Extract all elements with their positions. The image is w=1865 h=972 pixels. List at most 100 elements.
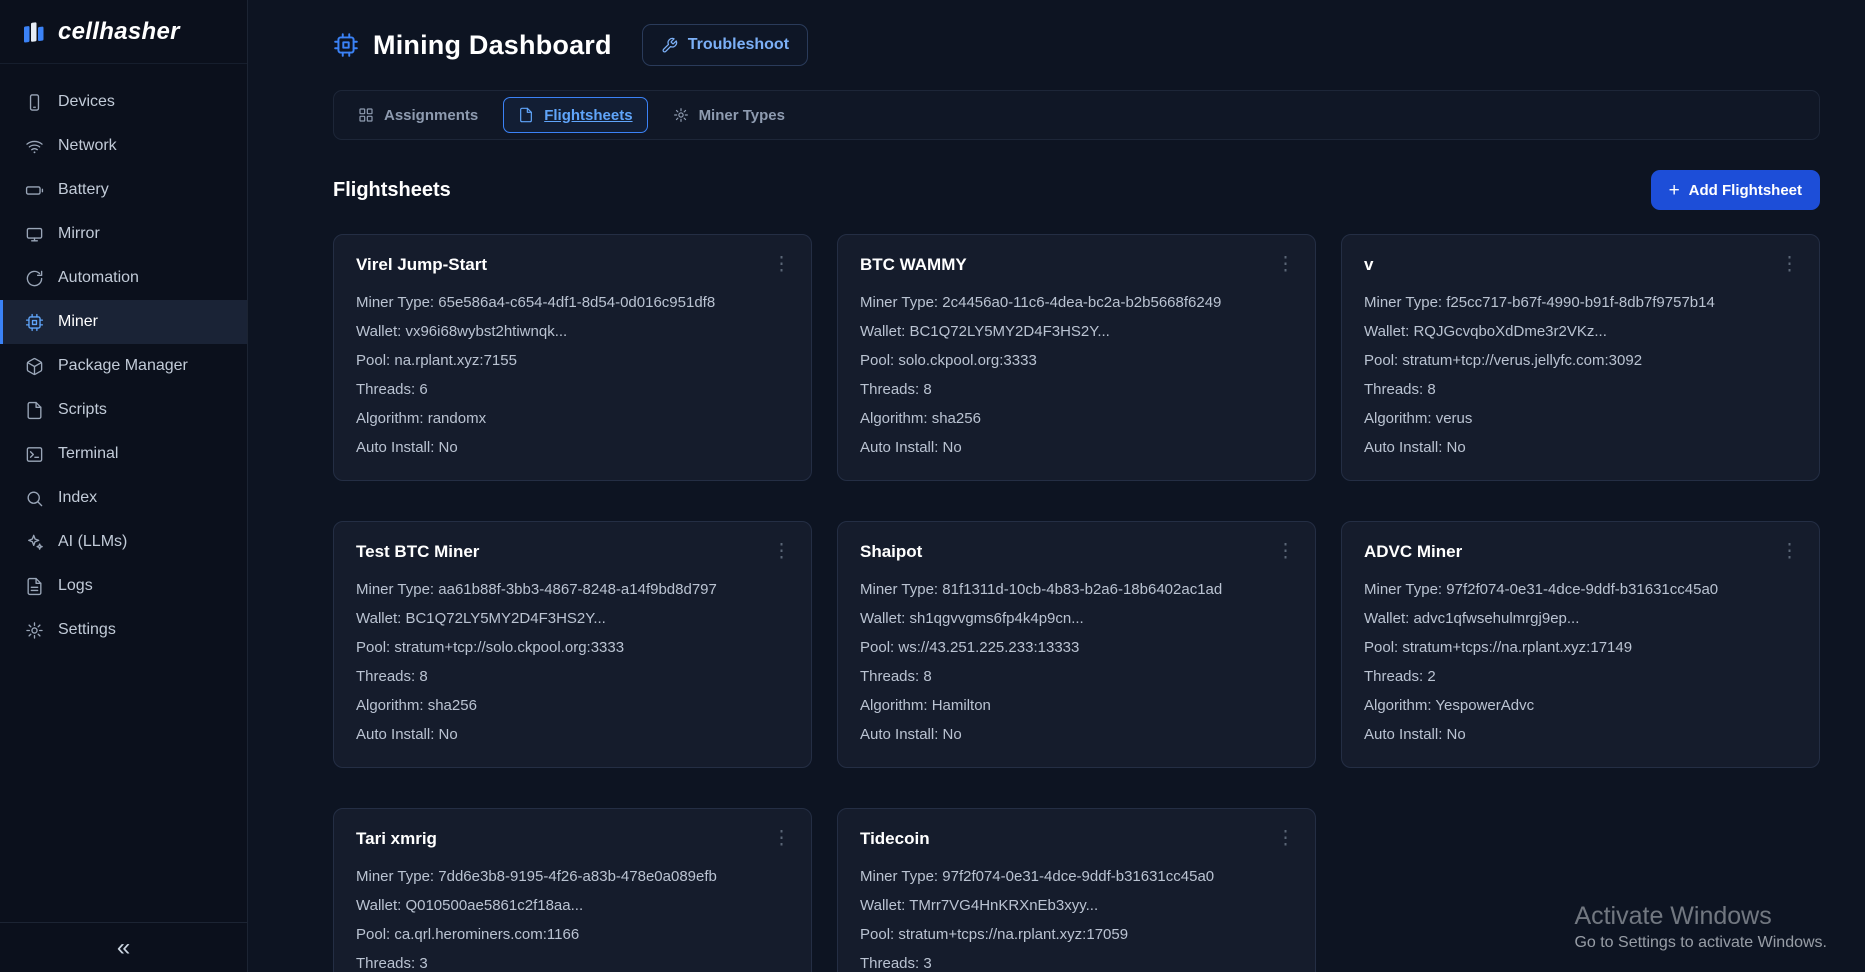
- field-value: stratum+tcps://na.rplant.xyz:17149: [1402, 639, 1632, 656]
- sidebar-item-logs[interactable]: Logs: [0, 564, 247, 608]
- tools-icon: [661, 37, 678, 54]
- collapse-sidebar-icon[interactable]: «: [117, 936, 130, 960]
- sidebar-item-label: Miner: [58, 313, 98, 331]
- card-field: Threads: 3: [356, 949, 789, 972]
- scripts-icon: [25, 401, 44, 420]
- page-header: Mining Dashboard Troubleshoot: [333, 24, 1820, 66]
- field-label: Pool:: [1364, 352, 1402, 369]
- card-field: Threads: 2: [1364, 662, 1797, 691]
- sidebar-item-battery[interactable]: Battery: [0, 168, 247, 212]
- card-field: Miner Type: 65e586a4-c654-4df1-8d54-0d01…: [356, 288, 789, 317]
- card-field: Threads: 8: [356, 662, 789, 691]
- field-value: 2c4456a0-11c6-4dea-bc2a-b2b5668f6249: [942, 294, 1221, 311]
- field-label: Algorithm:: [356, 410, 428, 427]
- field-value: No: [439, 439, 458, 456]
- tab-flightsheets[interactable]: Flightsheets: [503, 97, 647, 133]
- flightsheet-card: ⋮ Tidecoin Miner Type: 97f2f074-0e31-4dc…: [837, 808, 1316, 972]
- field-value: 8: [419, 668, 427, 685]
- card-title: BTC WAMMY: [860, 255, 1293, 275]
- field-value: YespowerAdvc: [1435, 697, 1534, 714]
- field-value: stratum+tcps://na.rplant.xyz:17059: [898, 926, 1128, 943]
- main-content: Mining Dashboard Troubleshoot Assignment…: [248, 0, 1865, 972]
- card-menu-kebab-icon[interactable]: ⋮: [766, 825, 797, 852]
- chip-icon: [25, 313, 44, 332]
- field-value: 8: [1427, 381, 1435, 398]
- troubleshoot-button[interactable]: Troubleshoot: [642, 24, 808, 66]
- card-rows: Miner Type: 2c4456a0-11c6-4dea-bc2a-b2b5…: [860, 288, 1293, 462]
- field-label: Threads:: [356, 955, 419, 972]
- field-label: Pool:: [1364, 639, 1402, 656]
- card-field: Wallet: advc1qfwsehulmrgj9ep...: [1364, 604, 1797, 633]
- smartphone-icon: [25, 93, 44, 112]
- sidebar-item-network[interactable]: Network: [0, 124, 247, 168]
- card-title: v: [1364, 255, 1797, 275]
- terminal-icon: [25, 445, 44, 464]
- sidebar-item-index[interactable]: Index: [0, 476, 247, 520]
- automation-icon: [25, 269, 44, 288]
- card-rows: Miner Type: 97f2f074-0e31-4dce-9ddf-b316…: [860, 862, 1293, 972]
- card-field: Algorithm: Hamilton: [860, 691, 1293, 720]
- sidebar-item-package-manager[interactable]: Package Manager: [0, 344, 247, 388]
- card-field: Pool: na.rplant.xyz:7155: [356, 346, 789, 375]
- tab-label: Miner Types: [699, 107, 785, 124]
- field-value: TMrr7VG4HnKRXnEb3xyy...: [909, 897, 1098, 914]
- card-field: Pool: ws://43.251.225.233:13333: [860, 633, 1293, 662]
- field-label: Algorithm:: [1364, 410, 1436, 427]
- add-flightsheet-label: Add Flightsheet: [1689, 182, 1802, 199]
- sidebar-item-scripts[interactable]: Scripts: [0, 388, 247, 432]
- card-menu-kebab-icon[interactable]: ⋮: [1270, 825, 1301, 852]
- field-label: Pool:: [860, 352, 898, 369]
- field-value: 97f2f074-0e31-4dce-9ddf-b31631cc45a0: [942, 868, 1214, 885]
- field-value: randomx: [428, 410, 486, 427]
- sidebar-item-settings[interactable]: Settings: [0, 608, 247, 652]
- sidebar-item-ai-llms[interactable]: AI (LLMs): [0, 520, 247, 564]
- field-label: Threads:: [356, 668, 419, 685]
- field-value: 8: [923, 381, 931, 398]
- card-menu-kebab-icon[interactable]: ⋮: [766, 251, 797, 278]
- card-field: Wallet: BC1Q72LY5MY2D4F3HS2Y...: [356, 604, 789, 633]
- logo-icon: [20, 18, 48, 46]
- add-flightsheet-button[interactable]: + Add Flightsheet: [1651, 170, 1820, 210]
- sidebar-item-mirror[interactable]: Mirror: [0, 212, 247, 256]
- field-label: Miner Type:: [860, 868, 942, 885]
- flightsheet-card: ⋮ Tari xmrig Miner Type: 7dd6e3b8-9195-4…: [333, 808, 812, 972]
- card-menu-kebab-icon[interactable]: ⋮: [1270, 251, 1301, 278]
- sidebar-item-label: Logs: [58, 577, 93, 595]
- field-value: Hamilton: [932, 697, 991, 714]
- flightsheet-card: ⋮ Virel Jump-Start Miner Type: 65e586a4-…: [333, 234, 812, 481]
- field-value: solo.ckpool.org:3333: [898, 352, 1036, 369]
- card-menu-kebab-icon[interactable]: ⋮: [1774, 538, 1805, 565]
- grid-icon: [358, 107, 374, 123]
- field-value: No: [943, 726, 962, 743]
- field-value: sha256: [932, 410, 981, 427]
- sidebar-item-label: Battery: [58, 181, 109, 199]
- flightsheet-card: ⋮ BTC WAMMY Miner Type: 2c4456a0-11c6-4d…: [837, 234, 1316, 481]
- document-icon: [518, 107, 534, 123]
- tabbar: Assignments Flightsheets Miner Types: [333, 90, 1820, 140]
- field-label: Auto Install:: [356, 439, 439, 456]
- field-label: Wallet:: [860, 610, 909, 627]
- section-title: Flightsheets: [333, 179, 451, 202]
- card-menu-kebab-icon[interactable]: ⋮: [1270, 538, 1301, 565]
- section-header: Flightsheets + Add Flightsheet: [333, 170, 1820, 210]
- field-value: No: [943, 439, 962, 456]
- field-value: 65e586a4-c654-4df1-8d54-0d016c951df8: [438, 294, 715, 311]
- card-menu-kebab-icon[interactable]: ⋮: [1774, 251, 1805, 278]
- app-logo: cellhasher: [0, 0, 247, 64]
- tab-label: Flightsheets: [544, 107, 632, 124]
- card-menu-kebab-icon[interactable]: ⋮: [766, 538, 797, 565]
- sidebar-item-miner[interactable]: Miner: [0, 300, 247, 344]
- flightsheet-card: ⋮ v Miner Type: f25cc717-b67f-4990-b91f-…: [1341, 234, 1820, 481]
- sidebar-item-automation[interactable]: Automation: [0, 256, 247, 300]
- sidebar-item-terminal[interactable]: Terminal: [0, 432, 247, 476]
- field-label: Miner Type:: [356, 294, 438, 311]
- card-field: Threads: 8: [860, 375, 1293, 404]
- search-icon: [25, 489, 44, 508]
- tab-assignments[interactable]: Assignments: [343, 97, 493, 133]
- sidebar-item-devices[interactable]: Devices: [0, 80, 247, 124]
- card-title: Tidecoin: [860, 829, 1293, 849]
- flightsheet-card: ⋮ Test BTC Miner Miner Type: aa61b88f-3b…: [333, 521, 812, 768]
- field-label: Wallet:: [356, 610, 405, 627]
- card-title: Shaipot: [860, 542, 1293, 562]
- tab-miner-types[interactable]: Miner Types: [658, 97, 800, 133]
